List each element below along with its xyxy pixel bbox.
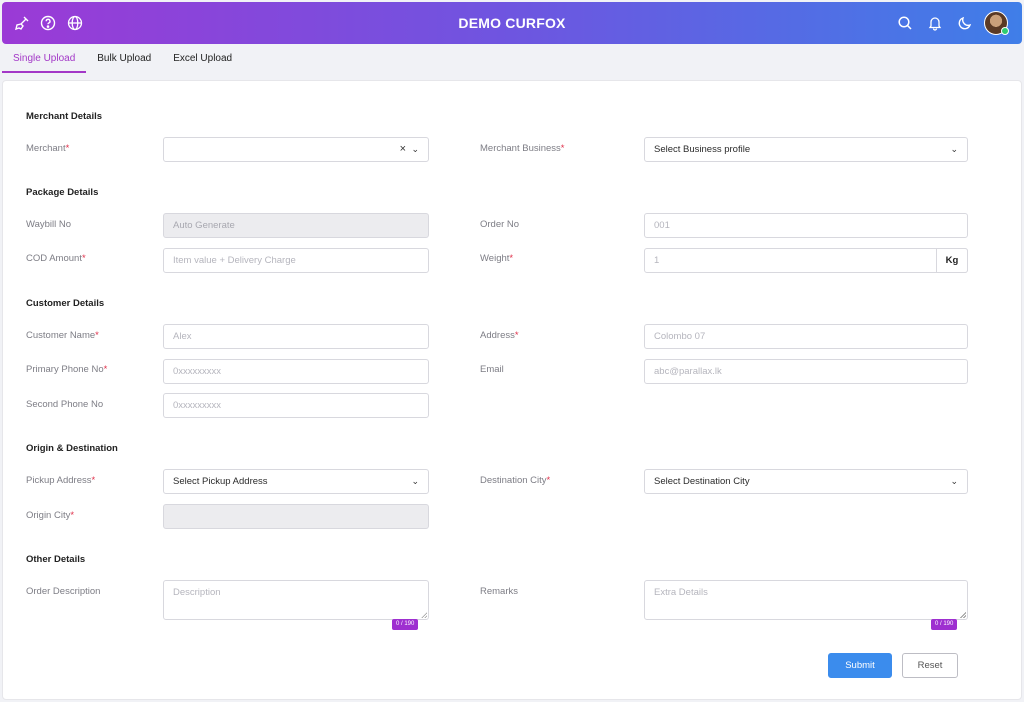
address-field[interactable]: Colombo 07: [644, 324, 968, 349]
chevron-down-icon: ⌄: [950, 476, 958, 486]
order-no-label: Order No: [480, 219, 520, 230]
app-title: DEMO CURFOX: [458, 15, 566, 31]
section-merchant-details: Merchant Details: [26, 111, 103, 122]
origin-city-field: [163, 504, 429, 529]
resize-handle[interactable]: [421, 612, 427, 618]
customer-name-label: Customer Name*: [26, 330, 99, 341]
second-phone-field[interactable]: 0xxxxxxxxx: [163, 393, 429, 418]
chevron-down-icon: ⌄: [411, 476, 419, 486]
primary-phone-field[interactable]: 0xxxxxxxxx: [163, 359, 429, 384]
address-label: Address*: [480, 330, 519, 341]
section-origin-destination: Origin & Destination: [26, 443, 118, 454]
cod-amount-field[interactable]: Item value + Delivery Charge: [163, 248, 429, 273]
top-bar: DEMO CURFOX: [2, 2, 1022, 44]
pickup-address-select[interactable]: Select Pickup Address ⌄: [163, 469, 429, 494]
merchant-business-select[interactable]: Select Business profile ⌄: [644, 137, 968, 162]
remarks-label: Remarks: [480, 586, 519, 597]
avatar[interactable]: [984, 11, 1009, 35]
order-description-textarea[interactable]: Description: [163, 580, 429, 620]
remarks-char-counter: 0 / 190: [931, 619, 958, 630]
upload-form-card: Merchant Details Merchant* × ⌄ Merchant B…: [2, 80, 1022, 700]
cod-amount-label: COD Amount*: [26, 253, 86, 264]
section-customer-details: Customer Details: [26, 298, 105, 309]
waybill-label: Waybill No: [26, 219, 72, 230]
merchant-business-label: Merchant Business*: [480, 143, 565, 154]
search-icon[interactable]: [895, 13, 915, 33]
email-label: Email: [480, 364, 504, 375]
email-field[interactable]: abc@parallax.lk: [644, 359, 968, 384]
second-phone-label: Second Phone No: [26, 399, 104, 410]
destination-city-label: Destination City*: [480, 475, 551, 486]
weight-label: Weight*: [480, 253, 514, 264]
origin-city-label: Origin City*: [26, 510, 75, 521]
reset-button[interactable]: Reset: [902, 653, 958, 678]
waybill-field: Auto Generate: [163, 213, 429, 238]
resize-handle[interactable]: [960, 612, 966, 618]
section-other-details: Other Details: [26, 554, 86, 565]
tab-single-upload[interactable]: Single Upload: [2, 47, 87, 73]
description-char-counter: 0 / 190: [392, 619, 419, 630]
merchant-label: Merchant*: [26, 143, 70, 154]
chevron-down-icon: ⌄: [950, 144, 958, 154]
upload-tabs: Single Upload Bulk Upload Excel Upload: [2, 47, 243, 73]
chevron-down-icon: ⌄: [411, 144, 419, 154]
submit-button[interactable]: Submit: [828, 653, 892, 678]
bell-icon[interactable]: [925, 13, 945, 33]
primary-phone-label: Primary Phone No*: [26, 364, 108, 375]
order-no-field[interactable]: 001: [644, 213, 968, 238]
weight-field[interactable]: 1 Kg: [644, 248, 968, 273]
section-package-details: Package Details: [26, 187, 99, 198]
destination-city-select[interactable]: Select Destination City ⌄: [644, 469, 968, 494]
online-status-dot: [1001, 27, 1009, 35]
remarks-textarea[interactable]: Extra Details: [644, 580, 968, 620]
tab-excel-upload[interactable]: Excel Upload: [162, 47, 243, 73]
merchant-select[interactable]: × ⌄: [163, 137, 429, 162]
weight-unit-addon: Kg: [936, 248, 968, 273]
order-description-label: Order Description: [26, 586, 101, 597]
moon-icon[interactable]: [955, 13, 975, 33]
tab-bulk-upload[interactable]: Bulk Upload: [86, 47, 162, 73]
pickup-address-label: Pickup Address*: [26, 475, 96, 486]
customer-name-field[interactable]: Alex: [163, 324, 429, 349]
clear-icon[interactable]: ×: [400, 138, 406, 161]
